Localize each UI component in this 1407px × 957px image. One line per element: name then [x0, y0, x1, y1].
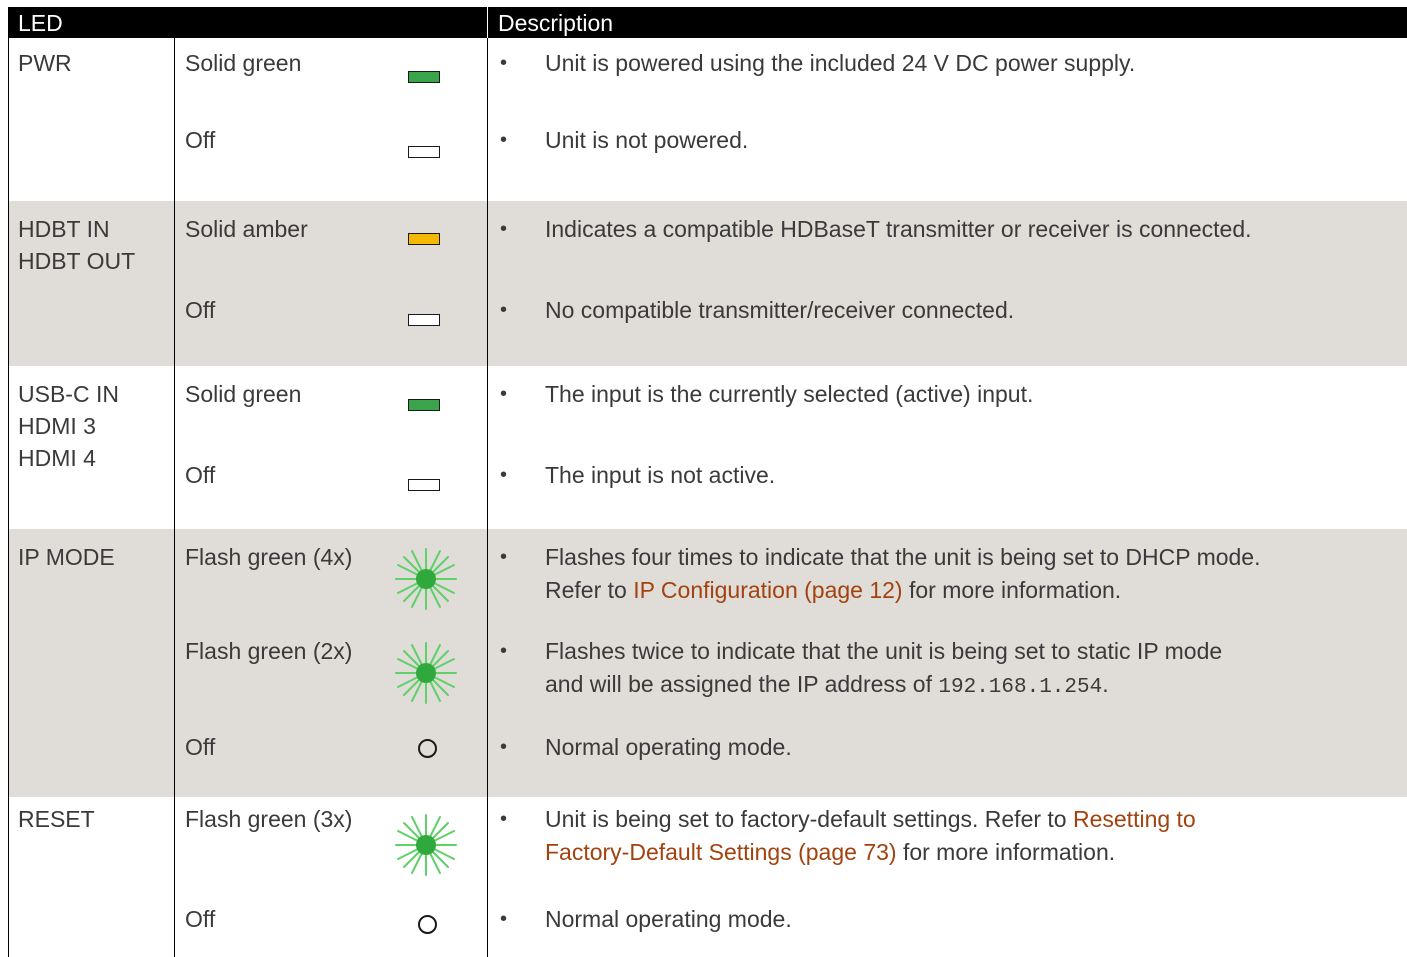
- led-off-icon: [408, 479, 440, 491]
- led-off-icon: [408, 314, 440, 326]
- description-text: Unit is being set to factory-default set…: [545, 806, 1073, 832]
- led-group-hdbt: HDBT IN HDBT OUT Solid amber • Indicates…: [8, 201, 1407, 366]
- description: The input is the currently selected (act…: [545, 378, 1385, 411]
- led-group-pwr: PWR Solid green • Unit is powered using …: [8, 38, 1407, 201]
- bullet: •: [500, 808, 508, 830]
- led-state: Off: [185, 734, 216, 760]
- led-name: PWR: [18, 50, 72, 76]
- header-description: Description: [498, 10, 614, 36]
- led-off-circle-icon: [418, 915, 437, 934]
- description: Normal operating mode.: [545, 731, 1385, 764]
- led-name: RESET: [18, 806, 95, 832]
- description: Unit is powered using the included 24 V …: [545, 47, 1385, 80]
- led-name: HDMI 4: [18, 445, 96, 471]
- description-text: Indicates a compatible HDBaseT transmitt…: [545, 216, 1252, 242]
- led-solid-green-icon: [408, 399, 440, 411]
- description-text: Flashes four times to indicate that the …: [545, 544, 1261, 570]
- description-text: for more information.: [902, 577, 1122, 603]
- description: Unit is not powered.: [545, 124, 1385, 157]
- table-border-left: [8, 529, 9, 797]
- table-header: LED Description: [8, 7, 1407, 38]
- led-state: Off: [185, 297, 216, 323]
- led-table: LED Description PWR Solid green • Unit i…: [8, 7, 1407, 957]
- led-name: IP MODE: [18, 544, 115, 570]
- description-text: for more information.: [896, 839, 1116, 865]
- bullet: •: [500, 218, 508, 240]
- led-group-reset: RESET Flash green (3x) • Unit is being s…: [8, 797, 1407, 957]
- led-state: Off: [185, 906, 216, 932]
- table-border-left: [8, 201, 9, 366]
- description-text: Unit is powered using the included 24 V …: [545, 50, 1136, 76]
- led-name: HDBT OUT: [18, 248, 136, 274]
- led-solid-green-icon: [408, 71, 440, 83]
- header-divider: [487, 7, 488, 38]
- column-divider: [174, 529, 175, 797]
- bullet: •: [500, 383, 508, 405]
- led-state: Solid amber: [185, 216, 308, 242]
- description: Unit is being set to factory-default set…: [545, 803, 1385, 869]
- bullet: •: [500, 546, 508, 568]
- led-group-ip-mode: IP MODE Flash green (4x) • Flashes four …: [8, 529, 1407, 797]
- led-name: HDMI 3: [18, 413, 96, 439]
- led-flash-green-icon: [395, 548, 457, 610]
- table-border-left: [8, 366, 9, 529]
- led-flash-green-icon: [395, 642, 457, 704]
- ip-configuration-link[interactable]: IP Configuration (page 12): [633, 577, 902, 603]
- column-divider: [174, 797, 175, 957]
- reset-link[interactable]: Factory-Default Settings (page 73): [545, 839, 897, 865]
- bullet: •: [500, 299, 508, 321]
- description-text: The input is the currently selected (act…: [545, 381, 1034, 407]
- led-state: Flash green (2x): [185, 638, 353, 664]
- bullet: •: [500, 52, 508, 74]
- description-text: Flashes twice to indicate that the unit …: [545, 638, 1223, 664]
- led-group-inputs: USB-C IN HDMI 3 HDMI 4 Solid green • The…: [8, 366, 1407, 529]
- column-divider: [487, 201, 488, 366]
- description-text: Normal operating mode.: [545, 906, 792, 932]
- column-divider: [174, 38, 175, 201]
- bullet: •: [500, 129, 508, 151]
- bullet: •: [500, 736, 508, 758]
- ip-address: 192.168.1.254: [938, 676, 1103, 699]
- led-flash-green-icon: [395, 814, 457, 876]
- led-name: HDBT IN: [18, 216, 110, 242]
- led-state: Off: [185, 462, 216, 488]
- description: Normal operating mode.: [545, 903, 1385, 936]
- header-led: LED: [18, 10, 63, 36]
- led-off-circle-icon: [418, 739, 437, 758]
- led-state: Flash green (4x): [185, 544, 353, 570]
- description-text: No compatible transmitter/receiver conne…: [545, 297, 1015, 323]
- description: Indicates a compatible HDBaseT transmitt…: [545, 213, 1385, 246]
- led-state: Off: [185, 127, 216, 153]
- description-text: .: [1102, 671, 1109, 697]
- description: The input is not active.: [545, 459, 1385, 492]
- table-border-left: [8, 797, 9, 957]
- led-state: Solid green: [185, 381, 302, 407]
- bullet: •: [500, 640, 508, 662]
- led-name: USB-C IN: [18, 381, 119, 407]
- column-divider: [487, 38, 488, 201]
- reset-link[interactable]: Resetting to: [1073, 806, 1196, 832]
- column-divider: [174, 201, 175, 366]
- led-off-icon: [408, 146, 440, 158]
- led-state: Solid green: [185, 50, 302, 76]
- column-divider: [487, 529, 488, 797]
- column-divider: [487, 366, 488, 529]
- description: Flashes four times to indicate that the …: [545, 541, 1385, 607]
- description-text: Refer to: [545, 577, 634, 603]
- description: Flashes twice to indicate that the unit …: [545, 635, 1385, 704]
- description-text: and will be assigned the IP address of: [545, 671, 939, 697]
- column-divider: [174, 366, 175, 529]
- description-text: Normal operating mode.: [545, 734, 792, 760]
- table-border-left: [8, 38, 9, 201]
- column-divider: [487, 797, 488, 957]
- bullet: •: [500, 464, 508, 486]
- bullet: •: [500, 908, 508, 930]
- description: No compatible transmitter/receiver conne…: [545, 294, 1385, 327]
- description-text: The input is not active.: [545, 462, 776, 488]
- led-state: Flash green (3x): [185, 806, 353, 832]
- led-solid-amber-icon: [408, 233, 440, 245]
- description-text: Unit is not powered.: [545, 127, 749, 153]
